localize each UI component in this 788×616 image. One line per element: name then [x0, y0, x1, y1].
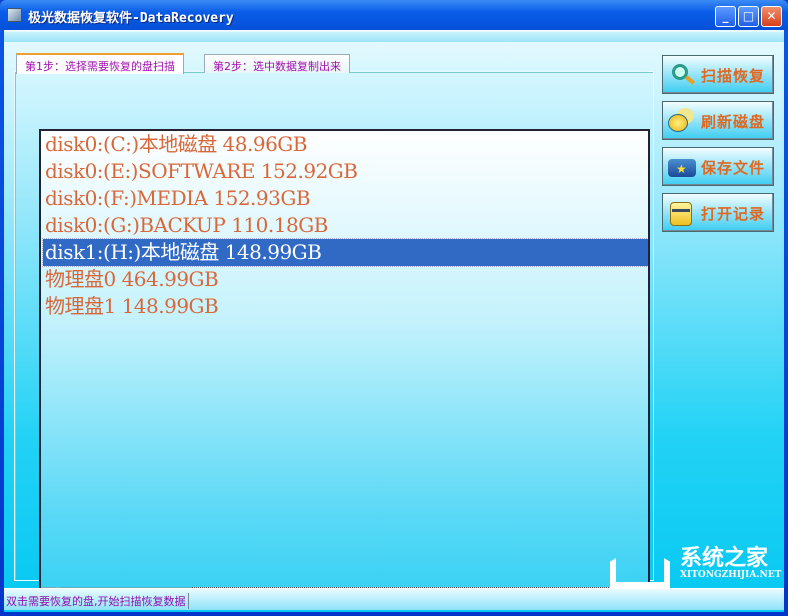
refresh-disk-icon: [668, 108, 696, 134]
window-title: 极光数据恢复软件-DataRecovery: [28, 11, 234, 26]
tab-panel: disk0:(C:)本地磁盘 48.96GB disk0:(E:)SOFTWAR…: [14, 71, 654, 606]
magnifier-icon: [668, 62, 696, 88]
disk-list-item[interactable]: disk0:(E:)SOFTWARE 152.92GB: [43, 158, 648, 185]
status-bar: 双击需要恢复的盘,开始扫描恢复数据: [4, 588, 784, 610]
status-text: 双击需要恢复的盘,开始扫描恢复数据: [6, 593, 189, 609]
watermark-url: XITONGZHIJIA.NET: [680, 570, 782, 580]
app-icon: [7, 8, 22, 22]
save-file-button[interactable]: ★ 保存文件: [662, 147, 774, 186]
scan-recover-button[interactable]: 扫描恢复: [662, 55, 774, 94]
app-window: 极光数据恢复软件-DataRecovery _ □ ✕ disk0:(C:)本地…: [0, 0, 788, 616]
disk-list-item[interactable]: disk0:(G:)BACKUP 110.18GB: [43, 212, 648, 239]
tab-step1[interactable]: 第1步：选择需要恢复的盘扫描: [16, 53, 184, 74]
client-area: disk0:(C:)本地磁盘 48.96GB disk0:(E:)SOFTWAR…: [4, 30, 784, 612]
refresh-disk-button[interactable]: 刷新磁盘: [662, 101, 774, 140]
disk-list-item[interactable]: disk0:(F:)MEDIA 152.93GB: [43, 185, 648, 212]
disk-list-item[interactable]: 物理盘0 464.99GB: [43, 266, 648, 293]
title-bar[interactable]: 极光数据恢复软件-DataRecovery _ □ ✕: [0, 0, 788, 30]
disk-list-item[interactable]: 物理盘1 148.99GB: [43, 293, 648, 320]
tab-step2[interactable]: 第2步：选中数据复制出来: [204, 54, 350, 73]
toolbar-strip: [4, 32, 784, 42]
open-record-button[interactable]: 打开记录: [662, 193, 774, 232]
watermark-name: 系统之家: [680, 546, 769, 571]
close-button[interactable]: ✕: [761, 6, 782, 27]
disk-list-item[interactable]: disk0:(C:)本地磁盘 48.96GB: [43, 131, 648, 158]
minimize-button[interactable]: _: [715, 6, 736, 27]
open-record-icon: [668, 200, 696, 226]
save-folder-icon: ★: [668, 154, 696, 180]
disk-list-item-selected[interactable]: disk1:(H:)本地磁盘 148.99GB: [42, 238, 648, 267]
disk-list[interactable]: disk0:(C:)本地磁盘 48.96GB disk0:(E:)SOFTWAR…: [39, 129, 650, 606]
maximize-button[interactable]: □: [738, 6, 759, 27]
